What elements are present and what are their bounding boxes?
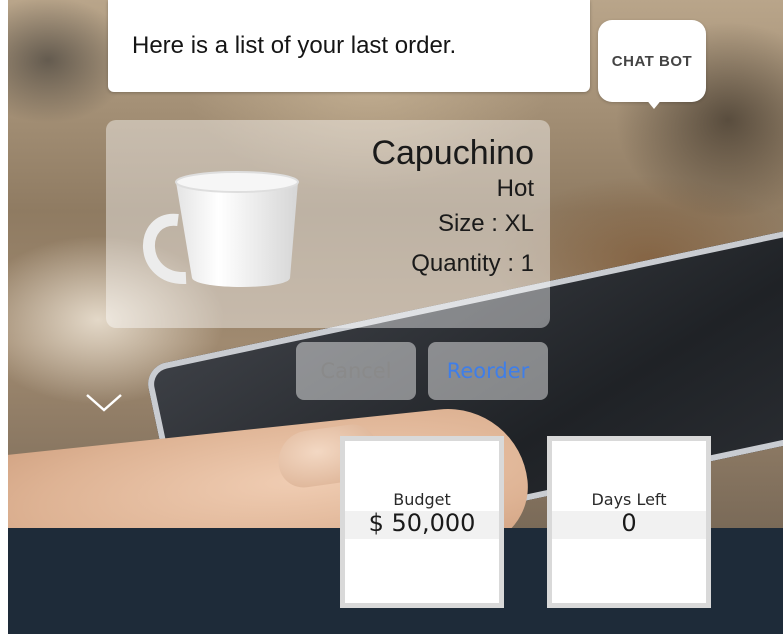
days-left-tile: Days Left 0: [547, 436, 711, 608]
last-order-card: Capuchino Hot Size : XL Quantity : 1: [106, 120, 550, 328]
reorder-button[interactable]: Reorder: [428, 342, 548, 400]
budget-label: Budget: [393, 490, 451, 509]
chat-message-text: Here is a list of your last order.: [132, 32, 457, 59]
cancel-button[interactable]: Cancel: [296, 342, 416, 400]
budget-tile: Budget $ 50,000: [340, 436, 504, 608]
days-left-value: 0: [621, 509, 637, 537]
coffee-cup-icon: [142, 171, 299, 287]
product-size: Size : XL: [437, 210, 534, 237]
chat-bot-badge-tail: [645, 98, 663, 109]
product-temperature: Hot: [496, 175, 534, 202]
chat-bubble-tail: [566, 78, 580, 92]
budget-value: $ 50,000: [368, 509, 476, 537]
product-quantity: Quantity : 1: [411, 250, 534, 277]
chat-bot-badge[interactable]: CHAT BOT: [598, 20, 706, 102]
product-name: Capuchino: [371, 134, 534, 172]
order-details: Capuchino Hot Size : XL Quantity : 1: [371, 132, 534, 284]
chat-bot-label: CHAT BOT: [611, 52, 693, 70]
days-left-label: Days Left: [591, 490, 667, 509]
chevron-down-icon[interactable]: [84, 392, 124, 414]
